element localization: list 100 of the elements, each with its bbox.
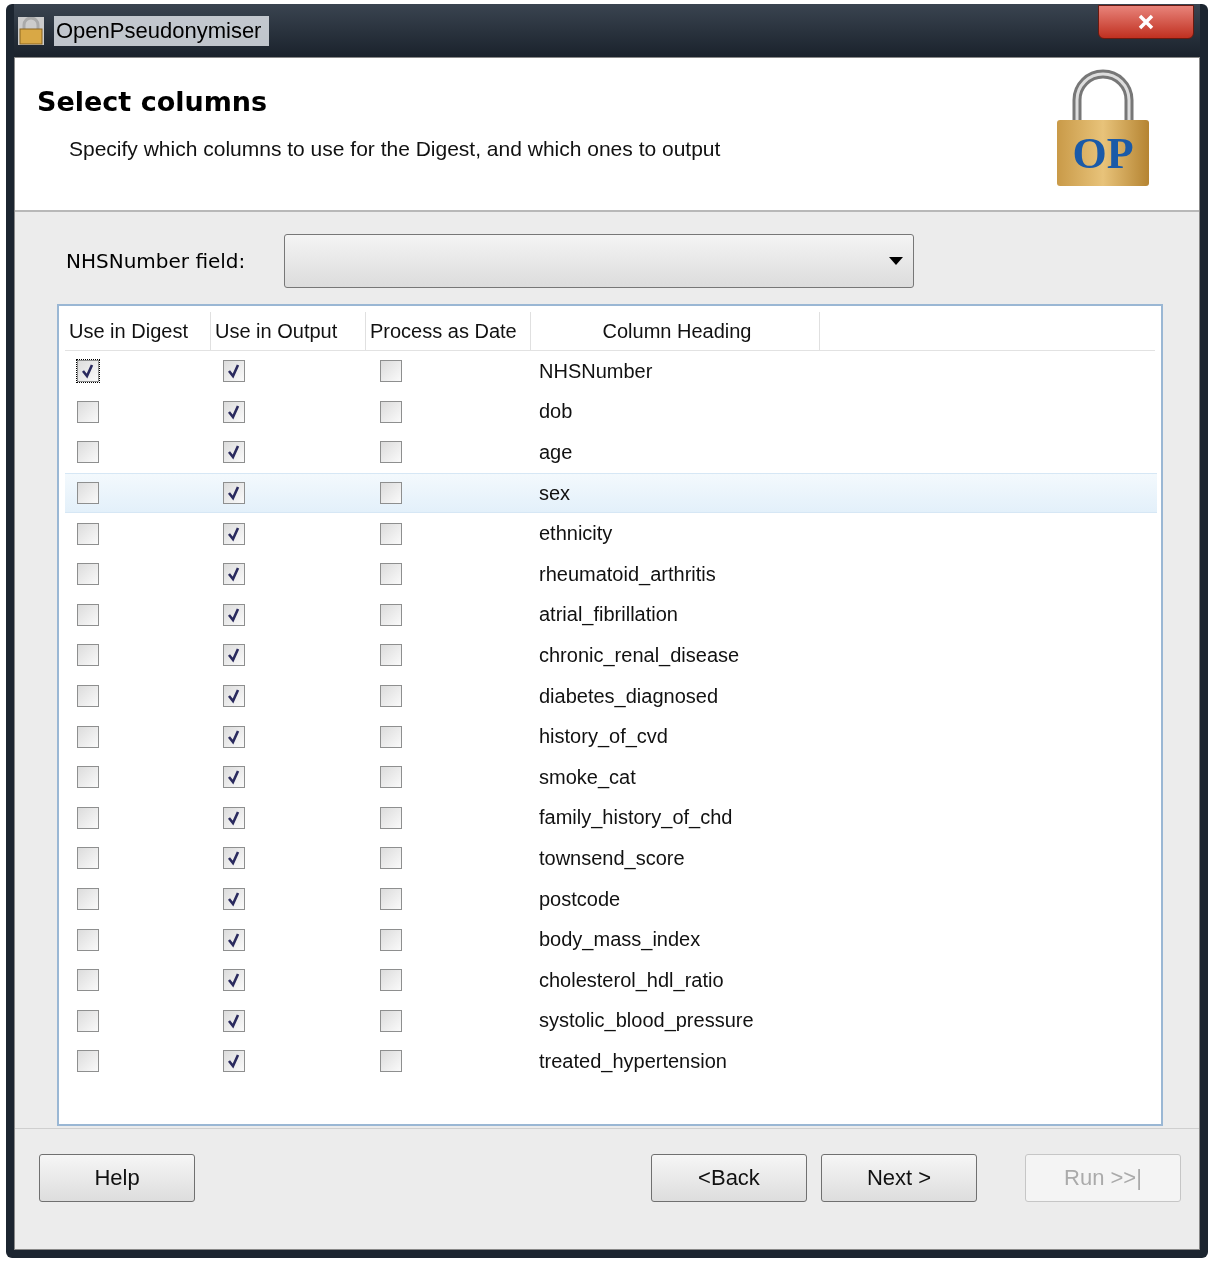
checkbox[interactable]: [223, 888, 245, 910]
table-row[interactable]: family_history_of_chd: [65, 797, 1157, 839]
checkbox[interactable]: [77, 1009, 99, 1032]
column-name: treated_hypertension: [538, 1049, 727, 1073]
checkbox[interactable]: [77, 888, 99, 910]
table-row[interactable]: cholesterol_hdl_ratio: [65, 959, 1157, 1001]
checkbox[interactable]: [77, 603, 99, 626]
checkbox[interactable]: [380, 522, 402, 545]
checkbox[interactable]: [223, 603, 245, 626]
checkbox[interactable]: [380, 441, 402, 464]
column-name: cholesterol_hdl_ratio: [538, 968, 724, 992]
wizard-button[interactable]: Help: [39, 1154, 195, 1202]
checkbox[interactable]: [380, 806, 402, 829]
wizard-button[interactable]: Next >: [821, 1154, 977, 1202]
column-name: ethnicity: [538, 522, 613, 546]
checkbox[interactable]: [77, 766, 99, 789]
checkbox[interactable]: [223, 522, 245, 545]
table-row[interactable]: age: [65, 432, 1157, 473]
column-name: history_of_cvd: [538, 725, 668, 749]
checkbox[interactable]: [77, 400, 99, 423]
table-row[interactable]: NHSNumber: [65, 351, 1157, 392]
checkbox[interactable]: [223, 725, 245, 748]
checkbox[interactable]: [380, 482, 402, 505]
checkbox[interactable]: [223, 806, 245, 829]
table-row[interactable]: atrial_fibrillation: [65, 594, 1157, 636]
checkbox[interactable]: [223, 441, 245, 464]
checkbox[interactable]: [223, 1009, 245, 1032]
checkbox[interactable]: [77, 725, 99, 748]
column-header[interactable]: Use in Output: [211, 312, 366, 350]
checkbox[interactable]: [380, 360, 402, 383]
checkbox[interactable]: [77, 969, 99, 992]
table-row[interactable]: history_of_cvd: [65, 716, 1157, 757]
checkbox[interactable]: [380, 969, 402, 992]
checkbox[interactable]: [380, 400, 402, 423]
column-header[interactable]: Process as Date: [366, 312, 531, 350]
checkbox[interactable]: [77, 685, 99, 708]
checkbox[interactable]: [223, 482, 245, 505]
checkbox[interactable]: [380, 888, 402, 910]
column-name: body_mass_index: [538, 928, 701, 952]
checkbox[interactable]: [77, 847, 99, 870]
dropdown-arrow-icon: [889, 257, 903, 265]
table-row[interactable]: sex: [65, 472, 1157, 514]
column-name: atrial_fibrillation: [538, 603, 678, 627]
column-name: townsend_score: [538, 846, 685, 870]
column-name: age: [538, 441, 573, 464]
table-row[interactable]: dob: [65, 391, 1157, 433]
field-label: NHSNumber field:: [65, 249, 247, 273]
checkbox[interactable]: [380, 685, 402, 708]
checkbox[interactable]: [77, 1050, 99, 1073]
column-name: sex: [538, 481, 571, 505]
column-name: NHSNumber: [538, 359, 653, 383]
column-name: rheumatoid_arthritis: [538, 562, 716, 586]
checkbox[interactable]: [380, 603, 402, 626]
checkbox[interactable]: [77, 644, 99, 667]
checkbox[interactable]: [223, 400, 245, 423]
checkbox[interactable]: [223, 928, 245, 951]
checkbox[interactable]: [77, 928, 99, 951]
column-header[interactable]: Column Heading: [531, 312, 820, 350]
checkbox[interactable]: [223, 847, 245, 870]
checkbox[interactable]: [380, 928, 402, 951]
padlock-icon: [18, 16, 44, 45]
close-button[interactable]: [1098, 4, 1194, 39]
table-row[interactable]: systolic_blood_pressure: [65, 1000, 1157, 1042]
checkbox[interactable]: [77, 360, 99, 383]
checkbox[interactable]: [223, 644, 245, 667]
column-name: dob: [538, 400, 573, 424]
page-title: Select columns: [37, 86, 269, 117]
table-row[interactable]: rheumatoid_arthritis: [65, 553, 1157, 595]
table-row[interactable]: smoke_cat: [65, 756, 1157, 798]
column-name: family_history_of_chd: [538, 806, 733, 830]
checkbox[interactable]: [380, 847, 402, 870]
table-row[interactable]: ethnicity: [65, 513, 1157, 554]
checkbox[interactable]: [380, 725, 402, 748]
checkbox[interactable]: [380, 563, 402, 586]
checkbox[interactable]: [77, 522, 99, 545]
wizard-button[interactable]: <Back: [651, 1154, 807, 1202]
checkbox[interactable]: [223, 1050, 245, 1073]
table-row[interactable]: treated_hypertension: [65, 1041, 1157, 1082]
checkbox[interactable]: [77, 441, 99, 464]
checkbox[interactable]: [380, 1050, 402, 1073]
table-row[interactable]: chronic_renal_disease: [65, 635, 1157, 676]
nhsnumber-dropdown[interactable]: [284, 234, 914, 288]
window-title: OpenPseudonymiser: [54, 15, 270, 46]
table-row[interactable]: body_mass_index: [65, 919, 1157, 960]
table-row[interactable]: townsend_score: [65, 838, 1157, 879]
column-name: chronic_renal_disease: [538, 643, 740, 667]
checkbox[interactable]: [77, 482, 99, 505]
checkbox[interactable]: [380, 1009, 402, 1032]
checkbox[interactable]: [223, 685, 245, 708]
table-row[interactable]: postcode: [65, 878, 1157, 920]
column-header[interactable]: Use in Digest: [65, 312, 211, 350]
checkbox[interactable]: [223, 969, 245, 992]
checkbox[interactable]: [223, 766, 245, 789]
checkbox[interactable]: [380, 766, 402, 789]
checkbox[interactable]: [223, 360, 245, 383]
table-row[interactable]: diabetes_diagnosed: [65, 675, 1157, 717]
checkbox[interactable]: [223, 563, 245, 586]
checkbox[interactable]: [380, 644, 402, 667]
checkbox[interactable]: [77, 563, 99, 586]
checkbox[interactable]: [77, 806, 99, 829]
